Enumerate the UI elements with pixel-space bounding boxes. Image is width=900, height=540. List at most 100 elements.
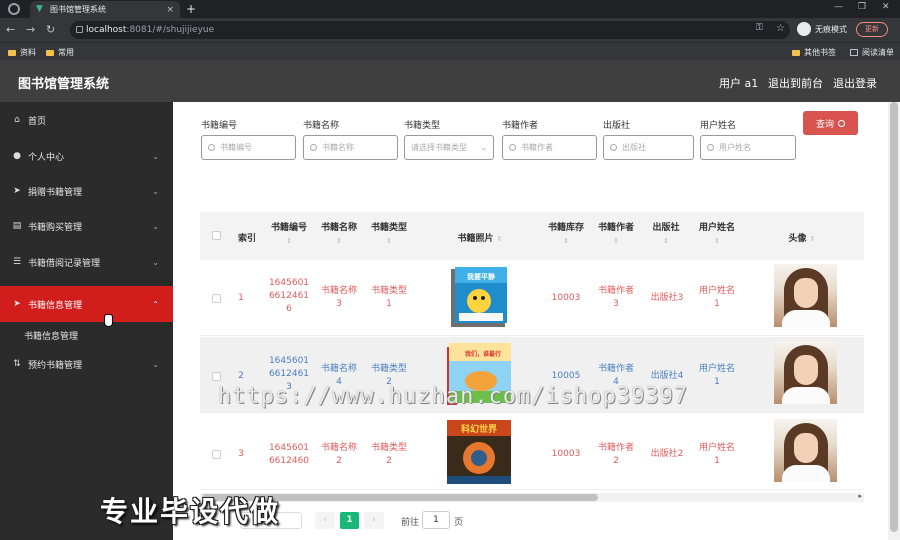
forward-icon[interactable]: → xyxy=(26,23,35,36)
horizontal-scrollbar[interactable]: ▸ xyxy=(200,492,864,502)
incognito-label: 无痕模式 xyxy=(815,24,847,34)
column-header-avatar[interactable]: 头像 ⇕ xyxy=(772,231,832,244)
column-header-author[interactable]: 书籍作者 ⇕ xyxy=(594,220,638,245)
minimize-icon[interactable]: — xyxy=(834,2,843,12)
bookmark-folder[interactable]: 其他书签 xyxy=(792,47,836,58)
row-index: 2 xyxy=(238,371,244,381)
select-all-checkbox[interactable] xyxy=(212,231,221,240)
cell-line: 1 xyxy=(714,456,720,466)
row-checkbox[interactable] xyxy=(212,450,221,459)
tab-title: 图书馆管理系统 xyxy=(50,5,106,14)
sidebar-item-purchase[interactable]: ▤ 书籍购买管理 ⌄ xyxy=(0,208,173,244)
sort-icon[interactable]: ⇕ xyxy=(810,235,816,243)
book-no-cell[interactable]: 1645601 6612461 6 xyxy=(266,277,312,316)
back-icon[interactable]: ← xyxy=(6,23,15,36)
cell-line: 1 xyxy=(714,377,720,387)
sort-icon[interactable]: ⇕ xyxy=(316,237,362,245)
cell-line: 书籍类型 xyxy=(370,364,407,374)
tab-close-icon[interactable]: × xyxy=(166,5,174,15)
restore-icon[interactable]: ❐ xyxy=(858,2,866,12)
stock-cell: 10005 xyxy=(551,371,581,381)
sidebar-item-reservation[interactable]: ⇅ 预约书籍管理 ⌄ xyxy=(0,346,173,382)
book-cover-image[interactable]: 我要平静 xyxy=(449,267,511,329)
chrome-icon[interactable] xyxy=(8,3,20,15)
author-input[interactable]: 书籍作者 xyxy=(502,135,597,160)
vertical-scrollbar[interactable] xyxy=(888,102,900,540)
browser-tab[interactable]: ▼ 图书馆管理系统 × xyxy=(30,1,180,18)
column-header-stock[interactable]: 书籍库存 ⇕ xyxy=(544,220,588,245)
close-window-icon[interactable]: ✕ xyxy=(882,2,890,12)
avatar-image[interactable] xyxy=(774,341,837,404)
incognito-badge[interactable]: 无痕模式 xyxy=(797,22,847,36)
sort-icon[interactable]: ⇕ xyxy=(544,237,588,245)
book-type-select[interactable]: 请选择书籍类型 ⌄ xyxy=(404,135,494,160)
book-name-input[interactable]: 书籍名称 xyxy=(303,135,398,160)
column-header-book-name[interactable]: 书籍名称 ⇕ xyxy=(316,220,362,245)
incognito-icon xyxy=(797,22,811,36)
reading-list[interactable]: 阅读清单 xyxy=(850,47,894,58)
page-number-current[interactable]: 1 xyxy=(340,512,359,529)
sidebar-item-book-info[interactable]: ➤ 书籍信息管理 ⌃ xyxy=(0,286,173,322)
publisher-input[interactable]: 出版社 xyxy=(603,135,694,160)
bookmark-label: 资料 xyxy=(20,48,36,57)
scrollbar-thumb[interactable] xyxy=(890,102,898,532)
scroll-right-icon[interactable]: ▸ xyxy=(858,492,862,500)
reload-icon[interactable]: ↻ xyxy=(46,23,55,36)
avatar-face xyxy=(794,355,818,385)
row-index: 1 xyxy=(238,293,244,303)
folder-icon xyxy=(792,49,800,56)
prev-page-button[interactable]: ‹ xyxy=(315,512,335,529)
stock-cell: 10003 xyxy=(551,449,581,459)
column-header-book-no[interactable]: 书籍编号 ⇕ xyxy=(266,220,312,245)
key-icon[interactable]: ⚿ xyxy=(756,23,763,33)
author-cell: 书籍作者 2 xyxy=(594,442,638,468)
book-cover-image[interactable]: 科幻世界 xyxy=(447,420,511,484)
book-no-cell[interactable]: 1645601 6612460 xyxy=(266,442,312,468)
chevron-down-icon: ⌄ xyxy=(152,257,159,267)
logout-link[interactable]: 退出登录 xyxy=(833,75,877,91)
avatar-image[interactable] xyxy=(774,419,837,482)
goto-page-input[interactable]: 1 xyxy=(422,511,450,529)
new-tab-button[interactable]: + xyxy=(186,2,196,16)
bookmark-label: 阅读清单 xyxy=(862,48,894,57)
column-header-book-photo[interactable]: 书籍照片 ⇕ xyxy=(440,231,520,244)
column-header-book-type[interactable]: 书籍类型 ⇕ xyxy=(366,220,412,245)
column-header-label: 书籍照片 xyxy=(457,234,494,244)
user-name-cell: 用户姓名 1 xyxy=(694,363,740,389)
row-checkbox[interactable] xyxy=(212,372,221,381)
sort-icon[interactable]: ⇕ xyxy=(266,237,312,245)
book-no-input[interactable]: 书籍编号 xyxy=(201,135,296,160)
sidebar-item-home[interactable]: ⌂ 首页 xyxy=(0,102,173,138)
sort-icon[interactable]: ⇕ xyxy=(594,237,638,245)
sort-icon[interactable]: ⇕ xyxy=(497,235,503,243)
next-page-button[interactable]: › xyxy=(364,512,384,529)
star-icon[interactable]: ☆ xyxy=(776,23,785,34)
sidebar-item-label: 书籍借阅记录管理 xyxy=(28,258,101,269)
column-header-user-name[interactable]: 用户姓名 ⇕ xyxy=(694,220,740,245)
sidebar-item-profile[interactable]: ● 个人中心 ⌄ xyxy=(0,138,173,174)
back-to-front-link[interactable]: 退出到前台 xyxy=(768,75,823,91)
sidebar-item-label: 首页 xyxy=(28,116,47,127)
sidebar: ⌂ 首页 ● 个人中心 ⌄ ➤ 捐赠书籍管理 ⌄ ▤ 书籍购买管理 ⌄ ☰ 书籍… xyxy=(0,102,173,540)
user-name-input[interactable]: 用户姓名 xyxy=(700,135,796,160)
cell-line: 书籍名称 xyxy=(320,286,357,296)
column-header-label: 用户姓名 xyxy=(698,223,735,233)
row-index: 3 xyxy=(238,449,244,459)
cell-line: 1645601 xyxy=(268,443,310,453)
sidebar-item-borrow-records[interactable]: ☰ 书籍借阅记录管理 ⌄ xyxy=(0,244,173,280)
info-icon[interactable] xyxy=(76,26,83,33)
column-header-publisher[interactable]: 出版社 ⇕ xyxy=(646,220,686,245)
sort-icon[interactable]: ⇕ xyxy=(646,237,686,245)
url-input[interactable]: localhost:8081/#/shujijieyue xyxy=(70,21,790,39)
query-button[interactable]: 查询 xyxy=(803,111,858,135)
sidebar-item-donation[interactable]: ➤ 捐赠书籍管理 ⌄ xyxy=(0,173,173,209)
bookmark-folder[interactable]: 资料 xyxy=(8,47,36,58)
row-checkbox[interactable] xyxy=(212,294,221,303)
input-placeholder: 书籍编号 xyxy=(220,143,252,152)
update-button[interactable]: 更新 xyxy=(856,22,888,37)
bookmark-folder[interactable]: 常用 xyxy=(46,47,74,58)
sidebar-item-label: 个人中心 xyxy=(28,152,65,163)
sort-icon[interactable]: ⇕ xyxy=(694,237,740,245)
sort-icon[interactable]: ⇕ xyxy=(366,237,412,245)
avatar-image[interactable] xyxy=(774,264,837,327)
